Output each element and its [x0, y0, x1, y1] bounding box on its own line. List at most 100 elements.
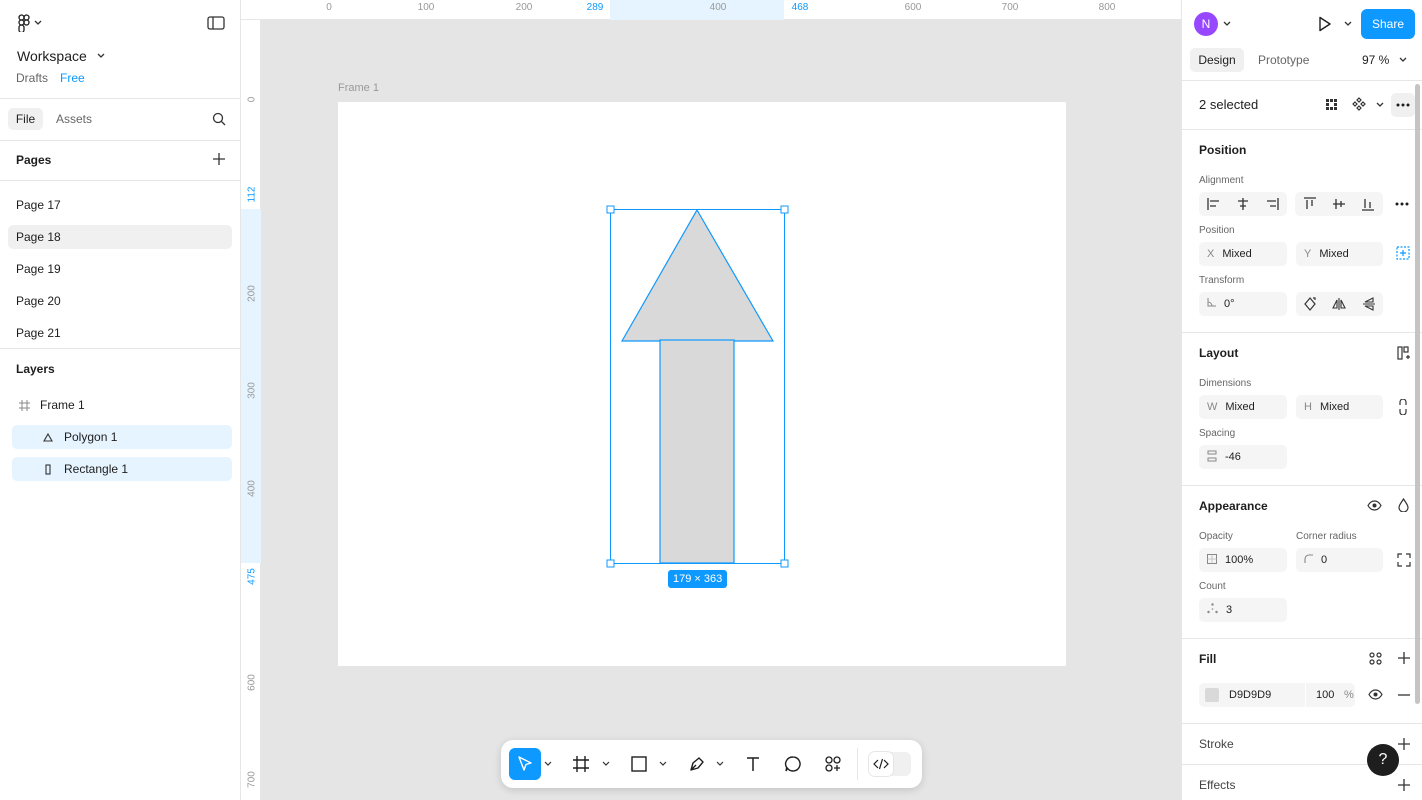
share-button[interactable]: Share [1361, 9, 1415, 39]
polygon-1-shape [620, 208, 775, 342]
count-field[interactable]: 3 [1199, 598, 1287, 622]
y-value: Mixed [1319, 248, 1349, 260]
opacity-field[interactable]: 100% [1199, 548, 1287, 572]
selection-overlay[interactable] [262, 21, 1181, 800]
figma-logo-icon [16, 14, 32, 32]
grid-layout-icon[interactable] [1325, 98, 1338, 111]
eye-icon[interactable] [1367, 500, 1382, 511]
page-item[interactable]: Page 21 [8, 321, 232, 345]
chevron-down-icon[interactable] [1376, 102, 1384, 108]
tab-prototype[interactable]: Prototype [1258, 53, 1309, 67]
page-item[interactable]: Page 17 [8, 193, 232, 217]
tab-file[interactable]: File [8, 108, 43, 130]
styles-icon[interactable] [1369, 652, 1382, 665]
layer-rectangle-1[interactable]: Rectangle 1 [12, 457, 232, 481]
tab-assets[interactable]: Assets [56, 112, 92, 126]
add-page-icon[interactable] [213, 153, 225, 165]
rotate-90-icon[interactable] [1304, 297, 1316, 311]
pages-heading: Pages [16, 153, 52, 167]
frame-tool-button[interactable] [565, 748, 597, 780]
add-effect-icon[interactable] [1398, 779, 1410, 791]
main-menu-button[interactable] [16, 14, 42, 32]
rotation-field[interactable]: 0° [1199, 292, 1287, 316]
spacing-field[interactable]: -46 [1199, 445, 1287, 469]
account-menu[interactable]: N [1194, 12, 1231, 36]
independent-corners-icon[interactable] [1397, 553, 1411, 567]
component-icon[interactable] [1352, 97, 1366, 111]
help-button[interactable]: ? [1367, 744, 1399, 776]
present-play-icon[interactable] [1318, 16, 1332, 32]
fill-hex: D9D9D9 [1229, 689, 1272, 701]
bottom-toolbar [501, 740, 922, 788]
pen-icon [688, 755, 706, 773]
sidebar-toggle-icon[interactable] [207, 16, 225, 30]
align-center-horizontal-icon[interactable] [1236, 198, 1250, 210]
add-fill-icon[interactable] [1398, 652, 1410, 664]
zoom-dropdown[interactable]: 97 % [1362, 53, 1407, 67]
chevron-down-icon[interactable] [1344, 21, 1352, 27]
move-tool-button[interactable] [509, 748, 541, 780]
fill-swatch[interactable] [1205, 688, 1219, 702]
ruler-tick: 0 [246, 96, 258, 103]
fill-opacity: 100 [1316, 689, 1335, 701]
comment-tool-button[interactable] [777, 748, 809, 780]
h-prefix: H [1304, 401, 1312, 413]
spacing-value: -46 [1225, 451, 1241, 463]
eye-icon[interactable] [1368, 689, 1383, 700]
drafts-link[interactable]: Drafts [16, 71, 48, 85]
text-icon [744, 755, 762, 773]
remove-fill-icon[interactable] [1398, 694, 1410, 696]
layer-polygon-1[interactable]: Polygon 1 [12, 425, 232, 449]
align-top-icon[interactable] [1303, 197, 1316, 211]
page-item-active[interactable]: Page 18 [8, 225, 232, 249]
more-options-icon[interactable] [1391, 93, 1415, 117]
chevron-down-icon[interactable] [715, 748, 725, 780]
layer-frame-1[interactable]: Frame 1 [12, 393, 232, 417]
actions-tool-button[interactable] [817, 748, 849, 780]
workspace-switcher[interactable]: Workspace [17, 48, 105, 64]
constrain-proportions-icon[interactable] [1399, 399, 1407, 415]
position-label: Position [1199, 225, 1235, 236]
corner-radius-field[interactable]: 0 [1296, 548, 1383, 572]
align-middle-icon[interactable] [1332, 197, 1345, 211]
canvas[interactable]: Frame 1 179 × 363 [262, 21, 1181, 800]
fill-color-field[interactable]: D9D9D9 100 % [1199, 683, 1355, 707]
chevron-down-icon[interactable] [658, 748, 668, 780]
ruler-tick-selection-end: 475 [246, 568, 258, 585]
height-field[interactable]: H Mixed [1296, 395, 1383, 419]
chevron-down-icon[interactable] [601, 748, 611, 780]
appearance-heading: Appearance [1199, 499, 1268, 513]
y-position-field[interactable]: Y Mixed [1296, 242, 1383, 266]
page-item[interactable]: Page 19 [8, 257, 232, 281]
ruler-tick: 400 [246, 480, 258, 497]
text-tool-button[interactable] [737, 748, 769, 780]
comment-icon [784, 755, 802, 773]
page-item[interactable]: Page 20 [8, 289, 232, 313]
panel-scrollbar[interactable] [1415, 84, 1420, 704]
search-icon[interactable] [212, 112, 226, 126]
constraints-icon[interactable] [1396, 246, 1410, 260]
resize-handle [606, 559, 615, 568]
code-icon [869, 752, 893, 776]
align-bottom-icon[interactable] [1362, 197, 1375, 211]
align-left-icon[interactable] [1207, 198, 1221, 210]
flip-vertical-icon[interactable] [1362, 297, 1375, 311]
width-field[interactable]: W Mixed [1199, 395, 1287, 419]
layer-label: Rectangle 1 [64, 462, 129, 476]
more-align-icon[interactable] [1395, 202, 1409, 206]
pen-tool-button[interactable] [681, 748, 713, 780]
chevron-down-icon[interactable] [543, 748, 553, 780]
resize-handle [606, 205, 615, 214]
toolbar-divider [857, 748, 858, 780]
ruler-tick: 700 [1001, 2, 1019, 13]
shape-tool-button[interactable] [623, 748, 655, 780]
tab-design[interactable]: Design [1190, 48, 1244, 72]
auto-layout-icon[interactable] [1397, 346, 1411, 360]
flip-horizontal-icon[interactable] [1332, 298, 1347, 310]
dev-mode-toggle[interactable] [869, 752, 911, 776]
align-right-icon[interactable] [1265, 198, 1279, 210]
blend-mode-icon[interactable] [1398, 498, 1409, 512]
ruler-tick: 200 [246, 285, 258, 302]
x-position-field[interactable]: X Mixed [1199, 242, 1287, 266]
add-stroke-icon[interactable] [1398, 738, 1410, 750]
